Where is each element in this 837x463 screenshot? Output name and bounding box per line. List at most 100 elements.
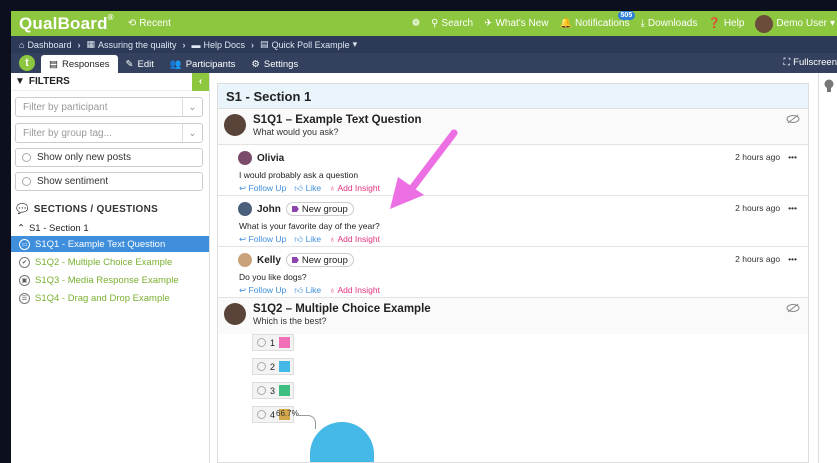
response-time: 2 hours ago: [735, 203, 781, 213]
participant-avatar: [238, 253, 252, 267]
image-icon: ▣: [19, 274, 30, 286]
color-swatch: [279, 361, 291, 372]
building-icon: ▦: [86, 39, 95, 49]
funnel-icon: ▼: [15, 76, 25, 87]
response-text: I would probably ask a question: [239, 170, 359, 180]
follow-up-link[interactable]: ↩ Follow Up: [239, 234, 286, 245]
radio-icon: [22, 177, 31, 186]
recent-button[interactable]: ⟲ Recent: [128, 18, 171, 29]
qualboard-mini-logo[interactable]: t: [19, 55, 35, 71]
question-header-s1q1: S1Q1 – Example Text Question What would …: [218, 109, 808, 145]
question-item-s1q3[interactable]: ▣ S1Q3 - Media Response Example: [11, 272, 209, 288]
responses-main: S1 - Section 1 S1Q1 – Example Text Quest…: [210, 73, 818, 463]
lightbulb-icon[interactable]: [823, 79, 835, 93]
question-item-s1q2[interactable]: ✔ S1Q2 - Multiple Choice Example: [11, 254, 209, 270]
show-new-posts-toggle[interactable]: Show only new posts: [15, 148, 203, 167]
breadcrumb: ⌂ Dashboard › ▦ Assuring the quality › ▬…: [11, 36, 837, 53]
breadcrumb-dashboard[interactable]: ⌂ Dashboard: [19, 40, 71, 50]
collapse-sidebar-button[interactable]: ‹: [192, 72, 209, 91]
like-link[interactable]: 👍︎ Like: [294, 183, 321, 194]
thumbs-up-icon: 👍︎: [294, 285, 304, 295]
downloads-button[interactable]: ⤓ Downloads: [640, 18, 697, 29]
lightbulb-icon: ♁: [329, 285, 336, 295]
sparkle-icon: ❁: [411, 18, 421, 29]
app-logo[interactable]: QualBoard®: [11, 13, 114, 34]
group-tag-badge: New group: [285, 202, 354, 216]
tab-participants[interactable]: 👥 Participants: [162, 55, 243, 73]
choice-legend: 1 2 3 4: [218, 334, 808, 423]
reply-icon: ↩: [239, 234, 247, 244]
chevron-down-icon: ⌄: [182, 98, 202, 116]
response-time: 2 hours ago: [735, 254, 781, 264]
search-button[interactable]: ⚲ Search: [431, 18, 473, 29]
thumbs-up-icon: 👍︎: [294, 183, 304, 193]
participant-avatar: [238, 202, 252, 216]
user-avatar: [755, 14, 774, 33]
breadcrumb-activity[interactable]: ▤ Quick Poll Example ▾: [260, 39, 357, 50]
section-panel: S1 - Section 1 S1Q1 – Example Text Quest…: [217, 83, 809, 463]
check-circle-icon: ✔: [19, 256, 30, 268]
group-tag-filter-select[interactable]: Filter by group tag... ⌄: [15, 123, 203, 143]
radio-icon: [257, 362, 266, 371]
screen-frame: QualBoard® ⟲ Recent ❁ ⚲ Search ✈ What's …: [0, 0, 837, 463]
reply-icon: ↩: [239, 285, 247, 295]
like-link[interactable]: 👍︎ Like: [294, 234, 321, 245]
whats-new-button[interactable]: ✈ What's New: [484, 18, 548, 29]
tab-edit[interactable]: ✎ Edit: [118, 55, 162, 73]
breadcrumb-project[interactable]: ▦ Assuring the quality: [86, 39, 176, 50]
notifications-button[interactable]: 🔔 Notifications 505: [560, 11, 636, 29]
color-swatch: [279, 385, 291, 396]
help-button[interactable]: ❓ Help: [708, 18, 744, 29]
show-sentiment-toggle[interactable]: Show sentiment: [15, 172, 203, 191]
user-menu[interactable]: Demo User ▾: [755, 14, 835, 33]
participant-avatar: [238, 151, 252, 165]
top-navbar: QualBoard® ⟲ Recent ❁ ⚲ Search ✈ What's …: [11, 11, 837, 36]
reply-icon: ↩: [239, 183, 247, 193]
tab-responses[interactable]: ▤ Responses: [41, 55, 118, 73]
insights-rail: [818, 73, 837, 463]
follow-up-link[interactable]: ↩ Follow Up: [239, 285, 286, 296]
choice-option: 1: [252, 334, 294, 351]
breadcrumb-folder[interactable]: ▬ Help Docs: [192, 40, 246, 50]
add-insight-link[interactable]: ♁ Add Insight: [329, 234, 380, 245]
participant-name[interactable]: Kelly: [257, 255, 281, 266]
eye-slash-icon[interactable]: [786, 303, 800, 313]
section-toggle[interactable]: ⌃ S1 - Section 1: [17, 223, 209, 234]
megaphone-icon: ✈: [484, 18, 493, 29]
more-options-button[interactable]: •••: [788, 152, 797, 162]
add-insight-link[interactable]: ♁ Add Insight: [329, 183, 380, 194]
responses-icon: ▤: [49, 58, 58, 70]
edit-icon: ✎: [125, 58, 134, 70]
choice-option: 2: [252, 358, 294, 375]
filters-header: ▼ FILTERS ‹: [11, 72, 209, 91]
question-item-s1q4[interactable]: ☰ S1Q4 - Drag and Drop Example: [11, 290, 209, 306]
section-title: S1 - Section 1: [218, 84, 808, 109]
search-icon: ⚲: [431, 18, 439, 29]
response-text: What is your favorite day of the year?: [239, 221, 380, 231]
question-item-s1q1[interactable]: ▭ S1Q1 - Example Text Question: [11, 236, 209, 252]
question-title: S1Q1 – Example Text Question: [253, 114, 422, 126]
help-hint-icon[interactable]: ❁: [412, 18, 420, 29]
annotation-arrow: [390, 129, 458, 209]
tab-settings[interactable]: ⚙ Settings: [243, 55, 306, 73]
like-link[interactable]: 👍︎ Like: [294, 285, 321, 296]
add-insight-link[interactable]: ♁ Add Insight: [329, 285, 380, 296]
participant-name[interactable]: Olivia: [257, 153, 284, 164]
folder-icon: ▬: [191, 39, 201, 50]
qualboard-app: QualBoard® ⟲ Recent ❁ ⚲ Search ✈ What's …: [11, 11, 837, 463]
radio-icon: [257, 386, 266, 395]
tag-icon: [291, 257, 299, 263]
response-time: 2 hours ago: [735, 152, 781, 162]
follow-up-link[interactable]: ↩ Follow Up: [239, 183, 286, 194]
caret-down-icon: ▾: [352, 39, 358, 49]
fullscreen-button[interactable]: ⛶ Fullscreen: [784, 57, 837, 68]
more-options-button[interactable]: •••: [788, 203, 797, 213]
more-options-button[interactable]: •••: [788, 254, 797, 264]
thumbs-up-icon: 👍︎: [294, 234, 304, 244]
choice-option: 3: [252, 382, 294, 399]
participant-name[interactable]: John: [257, 204, 281, 215]
participant-filter-select[interactable]: Filter by participant ⌄: [15, 97, 203, 117]
radio-icon: [22, 153, 31, 162]
moderator-avatar: [224, 114, 246, 136]
eye-slash-icon[interactable]: [786, 114, 800, 124]
